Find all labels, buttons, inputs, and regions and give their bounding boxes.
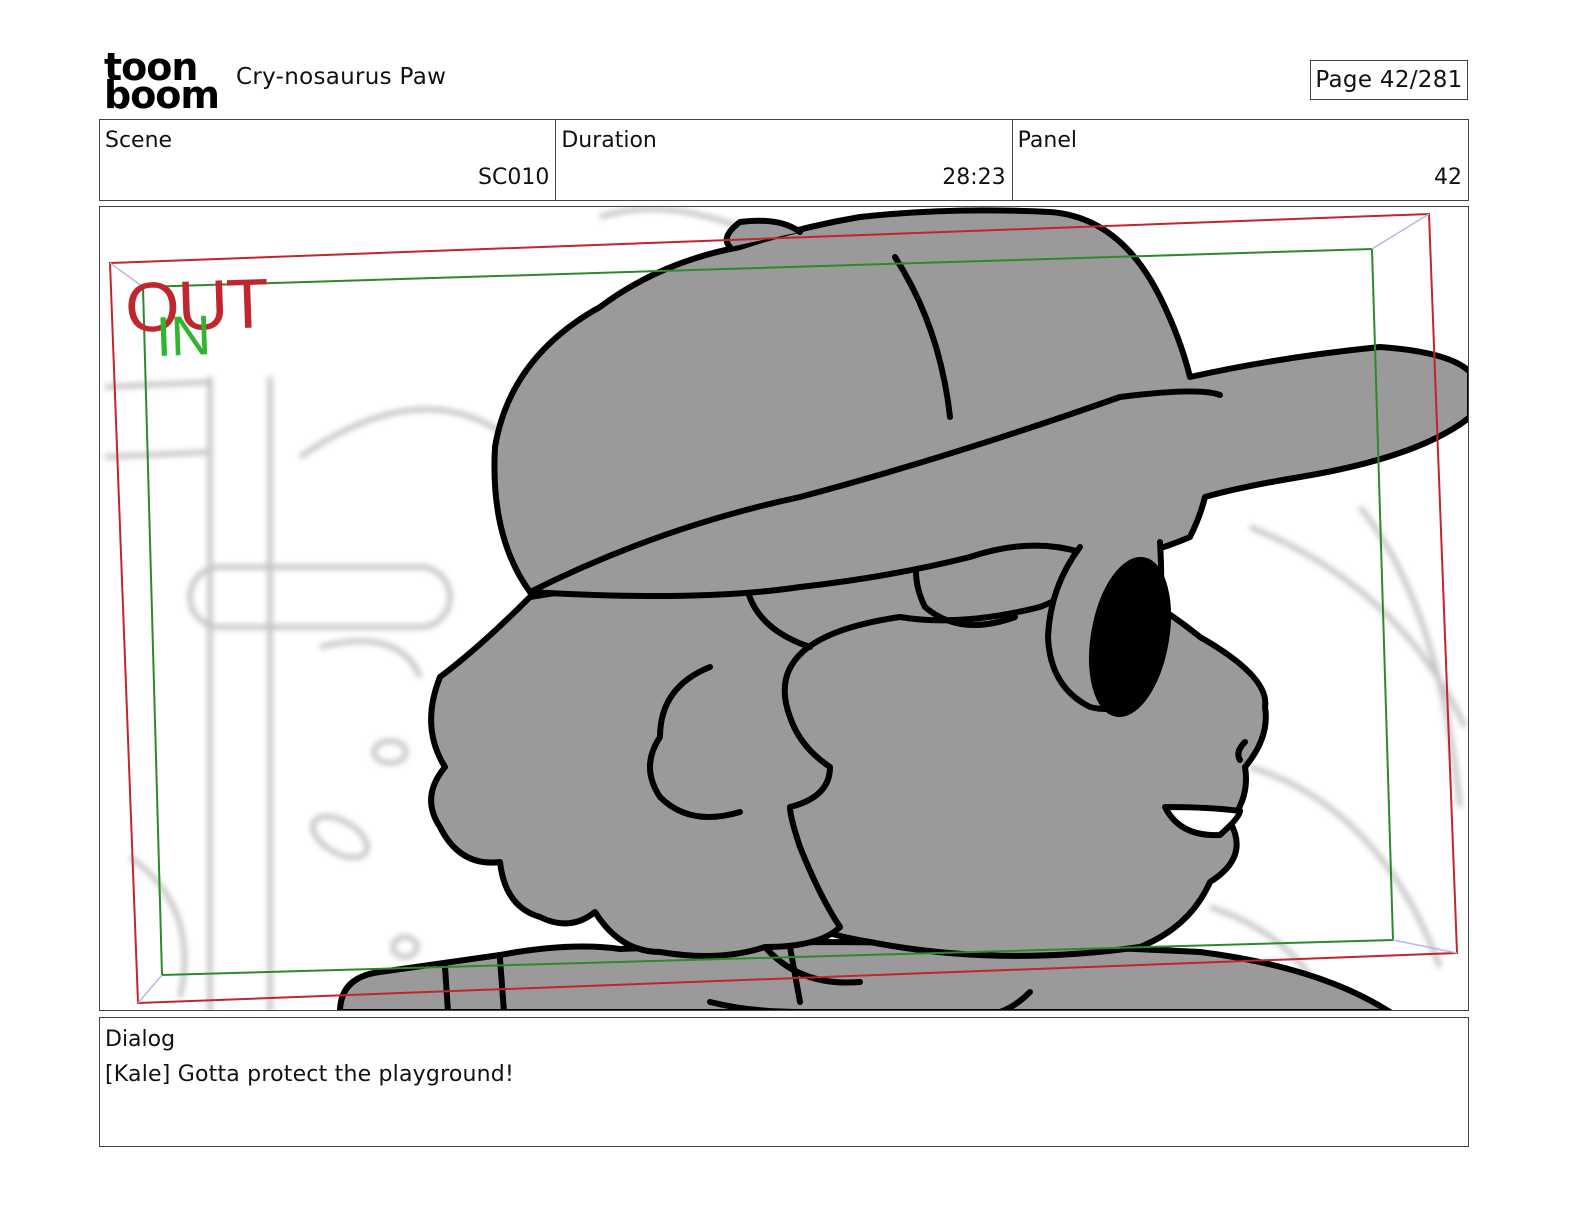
duration-value: 28:23 <box>942 165 1006 190</box>
scene-cell: Scene SC010 <box>100 120 557 200</box>
panel-drawing <box>104 207 1468 1010</box>
duration-label: Duration <box>561 128 657 153</box>
in-frame-label: IN <box>154 303 212 368</box>
dialog-label: Dialog <box>105 1027 176 1052</box>
info-table: Scene SC010 Duration 28:23 Panel 42 <box>99 119 1469 201</box>
logo-bottom-text: boom <box>104 73 220 117</box>
page-counter: Page 42/281 <box>1310 60 1468 100</box>
duration-cell: Duration 28:23 <box>556 120 1013 200</box>
panel-cell: Panel 42 <box>1013 120 1468 200</box>
dialog-text: [Kale] Gotta protect the playground! <box>105 1062 514 1087</box>
scene-value: SC010 <box>478 165 550 190</box>
toonboom-logo: toon boom <box>104 48 220 117</box>
panel-value: 42 <box>1433 165 1462 190</box>
character-kale <box>337 207 1468 1010</box>
project-title: Cry-nosaurus Paw <box>236 64 447 90</box>
panel-label: Panel <box>1017 128 1078 153</box>
dialog-box: Dialog [Kale] Gotta protect the playgrou… <box>99 1017 1469 1147</box>
scene-label: Scene <box>105 128 173 153</box>
storyboard-panel: OUT IN <box>99 206 1469 1011</box>
